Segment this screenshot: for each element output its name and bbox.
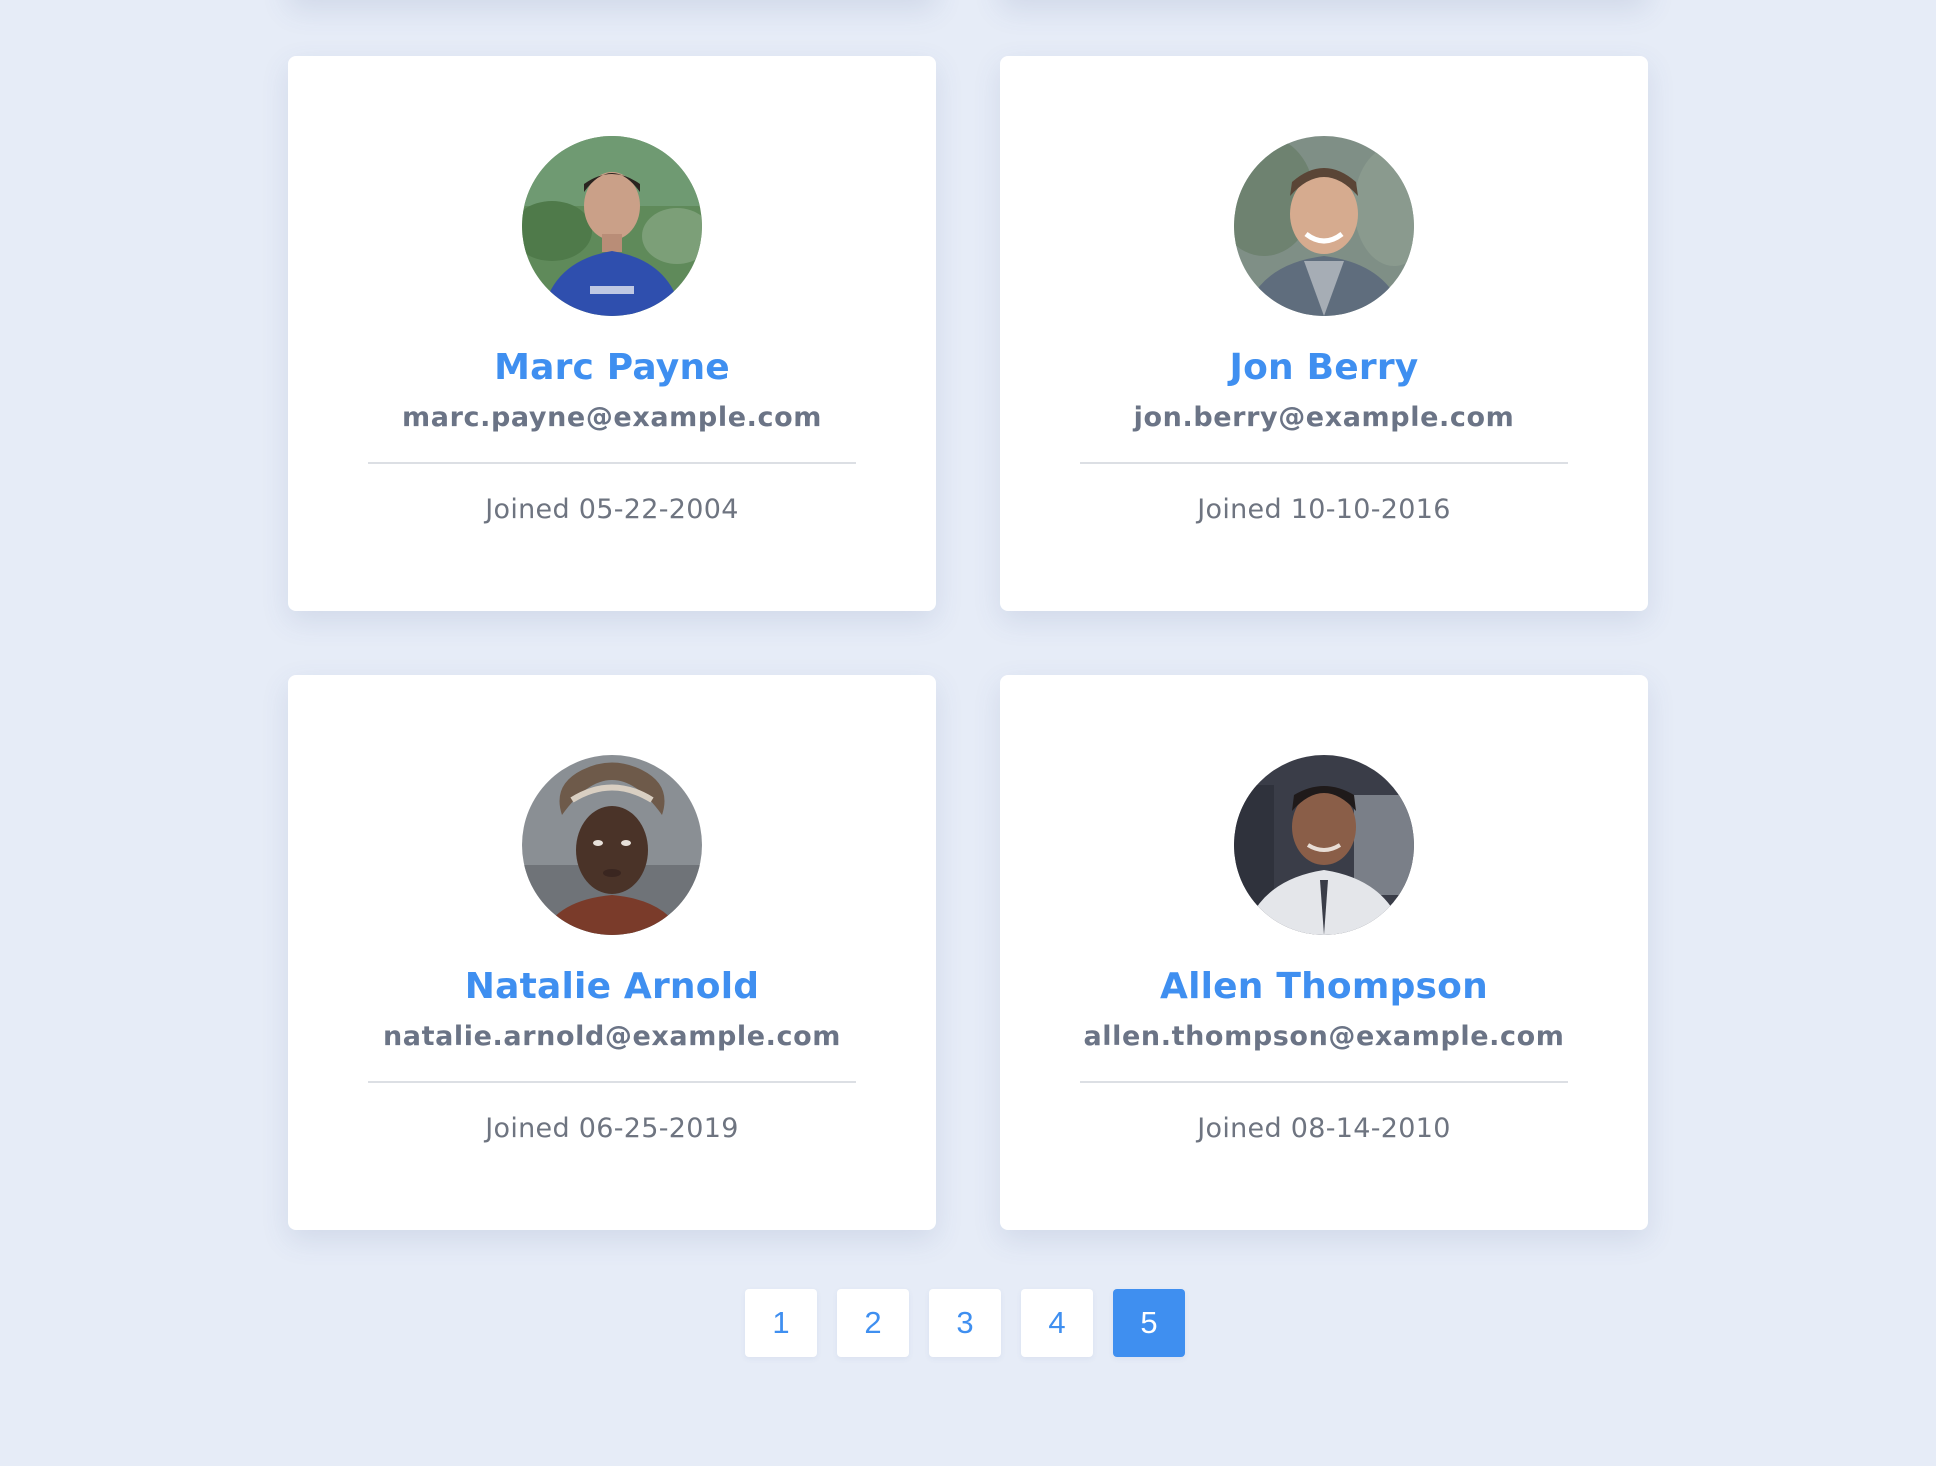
avatar-photo-icon	[1234, 755, 1414, 935]
user-email[interactable]: marc.payne@example.com	[402, 402, 822, 434]
user-card: Allen Thompson allen.thompson@example.co…	[1000, 675, 1648, 1230]
avatar-photo-icon	[522, 136, 702, 316]
user-email[interactable]: natalie.arnold@example.com	[383, 1021, 841, 1053]
user-card: Natalie Arnold natalie.arnold@example.co…	[288, 675, 936, 1230]
card-divider	[1080, 462, 1568, 464]
user-email[interactable]: jon.berry@example.com	[1134, 402, 1515, 434]
card-divider	[1080, 1081, 1568, 1083]
user-name[interactable]: Jon Berry	[1230, 346, 1419, 390]
page-button-3[interactable]: 3	[929, 1289, 1001, 1357]
avatar	[522, 755, 702, 935]
page-button-1[interactable]: 1	[745, 1289, 817, 1357]
user-name[interactable]: Marc Payne	[494, 346, 730, 390]
user-email[interactable]: allen.thompson@example.com	[1083, 1021, 1564, 1053]
card-divider	[368, 462, 856, 464]
user-name[interactable]: Allen Thompson	[1160, 965, 1488, 1009]
avatar-photo-icon	[522, 755, 702, 935]
joined-date: Joined 06-25-2019	[485, 1113, 739, 1144]
joined-date: Joined 10-10-2016	[1197, 494, 1451, 525]
page-button-4[interactable]: 4	[1021, 1289, 1093, 1357]
pagination: 1 2 3 4 5	[745, 1289, 1185, 1357]
user-card: Marc Payne marc.payne@example.com Joined…	[288, 56, 936, 611]
avatar	[1234, 136, 1414, 316]
avatar	[522, 136, 702, 316]
avatar	[1234, 755, 1414, 935]
avatar-photo-icon	[1234, 136, 1414, 316]
joined-date: Joined 08-14-2010	[1197, 1113, 1451, 1144]
user-name[interactable]: Natalie Arnold	[465, 965, 759, 1009]
page-button-2[interactable]: 2	[837, 1289, 909, 1357]
joined-date: Joined 05-22-2004	[485, 494, 739, 525]
user-card-grid: Marc Payne marc.payne@example.com Joined…	[288, 56, 1648, 1230]
user-card: Jon Berry jon.berry@example.com Joined 1…	[1000, 56, 1648, 611]
page-button-5-current[interactable]: 5	[1113, 1289, 1185, 1357]
card-divider	[368, 1081, 856, 1083]
